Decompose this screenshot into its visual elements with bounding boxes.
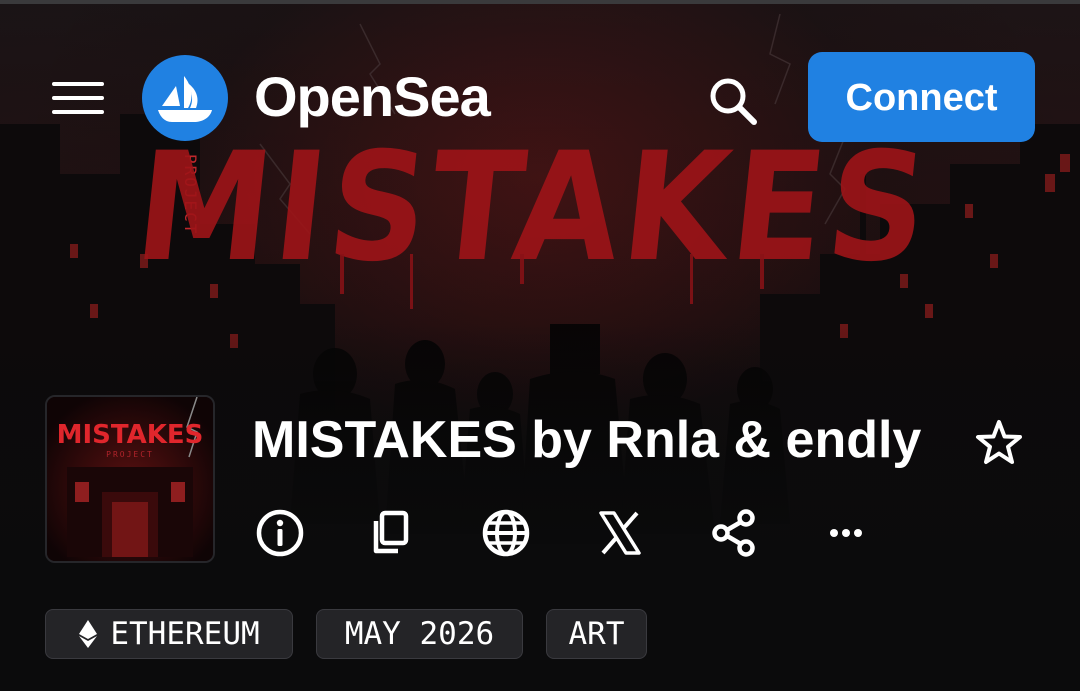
- copy-icon[interactable]: [362, 505, 418, 561]
- collection-title: MISTAKES by Rnla & endly: [252, 411, 922, 469]
- chip-label: ART: [568, 616, 625, 652]
- avatar-title: MISTAKES: [57, 420, 204, 450]
- collection-page: PROJECT MISTAKES OpenSea Connect MISTAKE…: [0, 0, 1080, 691]
- connect-button[interactable]: Connect: [808, 52, 1035, 142]
- opensea-logo-icon[interactable]: [142, 55, 228, 141]
- top-header: OpenSea Connect: [0, 52, 1080, 144]
- category-chip[interactable]: ART: [546, 609, 647, 659]
- star-favorite-icon[interactable]: [972, 416, 1026, 470]
- banner-headline: MISTAKES: [128, 120, 939, 295]
- collection-avatar[interactable]: MISTAKES PROJECT: [45, 395, 215, 563]
- search-icon[interactable]: [700, 72, 764, 128]
- chip-label: ETHEREUM: [110, 616, 260, 652]
- hamburger-menu-icon[interactable]: [48, 74, 110, 122]
- brand-name[interactable]: OpenSea: [254, 64, 491, 130]
- ethereum-icon: [79, 620, 98, 648]
- avatar-subtitle: PROJECT: [106, 450, 154, 459]
- info-icon[interactable]: [252, 505, 308, 561]
- chip-label: MAY 2026: [344, 616, 495, 652]
- globe-icon[interactable]: [478, 505, 534, 561]
- chain-chip[interactable]: ETHEREUM: [45, 609, 293, 659]
- more-icon[interactable]: [818, 505, 874, 561]
- share-icon[interactable]: [706, 505, 762, 561]
- collection-actions: [252, 505, 892, 561]
- date-chip[interactable]: MAY 2026: [316, 609, 523, 659]
- x-logo-icon[interactable]: [592, 505, 648, 561]
